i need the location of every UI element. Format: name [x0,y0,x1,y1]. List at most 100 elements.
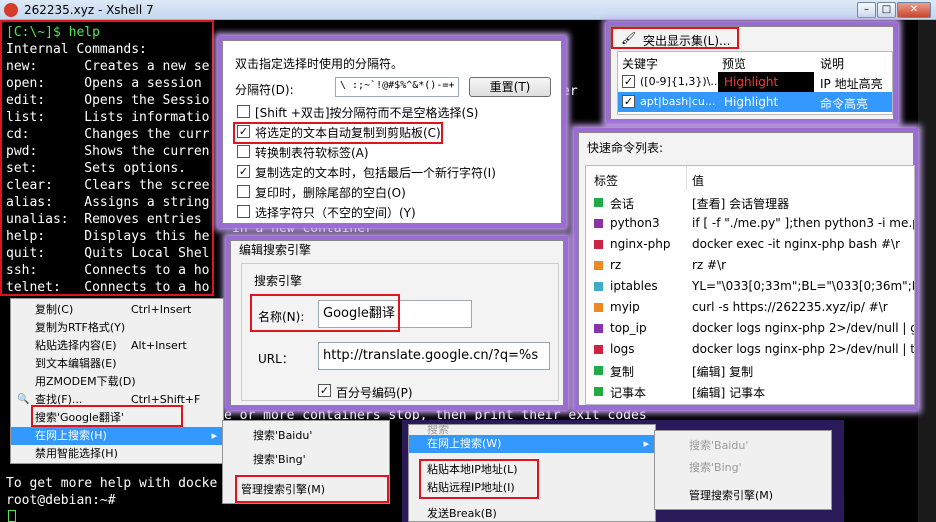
column-divider [686,166,687,190]
highlight-box [419,459,539,499]
delimiter-input[interactable]: \ :;~`!@#$%^&*()-=+ [335,77,459,97]
url-label: URL： [258,352,294,366]
option-label: [Shift +双击]按分隔符而不是空格选择(S) [255,106,479,120]
menu-item-baidu[interactable]: 搜索'Baidu' [223,427,389,445]
command-type-icon [594,387,603,396]
row-desc: IP 地址高亮 [820,77,883,91]
submenu-arrow-icon: ▸ [211,429,217,442]
terminal-help-line: To get more help with docke [6,476,218,491]
menu-item-baidu[interactable]: 搜索'Baidu' [655,437,831,455]
highlight-box [233,122,443,144]
title-bar: 262235.xyz - Xshell 7 – □ ✕ [0,0,936,20]
url-input[interactable]: http://translate.google.cn/?q=%s [318,342,550,370]
command-value: docker logs nginx-php 2>/dev/null | ta [692,342,915,356]
minimize-button[interactable]: – [857,2,876,18]
context-menu-item[interactable]: 在网上搜索(H) ▸ [11,427,223,445]
column-header: 说明 [820,57,845,71]
command-label: rz [610,258,622,272]
context-menu-item[interactable]: 禁用智能选择(H) [11,445,223,463]
terminal-context-menu: 复制(C) Ctrl+Insert 复制为RTF格式(Y) 粘贴选择内容(E) Alt+… [10,298,224,464]
menu-item-web-search[interactable]: 在网上搜索(W) ▸ [409,435,655,453]
row-desc: 命令高亮 [820,97,869,111]
command-type-icon [594,282,603,291]
highlight-box [250,294,400,332]
row-key: apt|bash|cu... [640,95,716,108]
quick-command-row[interactable]: myip curl -s https://262235.xyz/ip/ #\r [586,297,914,318]
quick-commands-panel: 快速命令列表: 标签 值 会话 [查看] 会话管理器 python3 if [ -f … [578,132,915,406]
group-label: 搜索引擎 [254,274,303,288]
context-menu-item[interactable]: 用ZMODEM下载(D) [11,373,223,391]
menu-item-label: 到文本编辑器(E) [35,357,117,370]
menu-item-shortcut: Alt+Insert [131,339,187,352]
highlight-table: 关键字 预览 说明 ✓ ([0-9]{1,3})\... Highlight I… [617,51,893,115]
percent-encode-label: 百分号编码(P) [336,386,413,400]
reset-button[interactable]: 重置(T) [469,77,551,97]
option-label: 复印时，删除尾部的空白(O) [255,186,406,200]
delimiter-title: 双击指定选择时使用的分隔符。 [235,57,404,71]
minimize-icon: – [864,4,869,15]
menu-item-bing[interactable]: 搜索'Bing' [655,459,831,477]
quick-command-row[interactable]: top_ip docker logs nginx-php 2>/dev/null … [586,318,914,339]
command-label: 会话 [610,197,635,211]
quick-command-row[interactable]: 记事本 [编辑] 记事本 [586,381,914,402]
command-type-icon [594,261,603,270]
menu-item-send-break[interactable]: 发送Break(B) [409,505,655,522]
quick-command-row[interactable]: 会话 [查看] 会话管理器 [586,192,914,213]
command-label: 记事本 [610,386,647,400]
command-label: logs [610,342,635,356]
option-checkbox[interactable] [237,205,250,218]
terminal-fragment: er [562,84,578,99]
command-type-icon [594,303,603,312]
table-row[interactable]: ✓ ([0-9]{1,3})\... Highlight IP 地址高亮 [618,72,892,92]
search-icon: 🔍 [17,394,30,405]
command-label: top_ip [610,321,647,335]
context-menu-item[interactable]: 复制(C) Ctrl+Insert [11,301,223,319]
context-menu-item[interactable]: 复制为RTF格式(Y) [11,319,223,337]
command-type-icon [594,324,603,333]
option-label: 复制选定的文本时，包括最后一个新行字符(I) [255,166,496,180]
quick-command-row[interactable]: nginx-php docker exec -it nginx-php bash … [586,234,914,255]
quick-command-row[interactable]: iptables YL="\033[0;33m";BL="\033[0;36m";… [586,276,914,297]
option-checkbox[interactable]: ✓ [237,165,250,178]
quick-command-row[interactable]: python3 if [ -f "./me.py" ];then python3 … [586,213,915,234]
quick-command-row[interactable]: 复制 [编辑] 复制 [586,360,914,381]
command-value: curl -s https://262235.xyz/ip/ #\r [692,300,888,314]
row-checkbox[interactable]: ✓ [622,75,635,88]
table-row[interactable]: ✓ apt|bash|cu... Highlight 命令高亮 [618,92,892,112]
menu-item-label: 禁用智能选择(H) [35,447,118,460]
option-label: 选择字符只（不空的空间）(Y) [255,206,416,220]
option-checkbox[interactable] [237,105,250,118]
highlight-box [0,20,214,296]
percent-encode-checkbox[interactable]: ✓ [318,384,331,397]
web-search-submenu-2: 搜索'Baidu' 搜索'Bing' 管理搜索引擎(M) [654,430,832,510]
command-label: iptables [610,279,658,293]
command-label: python3 [610,216,660,230]
command-type-icon [594,198,603,207]
window-title: 262235.xyz - Xshell 7 [24,3,154,17]
command-type-icon [594,345,603,354]
scrollbar[interactable] [918,20,936,522]
quick-commands-list: 标签 值 会话 [查看] 会话管理器 python3 if [ -f "./me.py… [585,165,915,405]
delimiter-settings-panel: 双击指定选择时使用的分隔符。 分隔符(D): \ :;~`!@#$%^&*()-… [222,40,562,224]
row-checkbox[interactable]: ✓ [622,95,635,108]
delimiter-label: 分隔符(D): [235,83,294,97]
panel-title: 编辑搜索引擎 [239,243,312,257]
command-value: if [ -f "./me.py" ];then python3 -i me.p… [692,216,915,230]
menu-item-manage-engines[interactable]: 管理搜索引擎(M) [655,487,831,505]
context-menu-item[interactable]: 粘贴选择内容(E) Alt+Insert [11,337,223,355]
quick-command-row[interactable]: rz rz #\r [586,255,914,276]
xshell-app-icon [4,3,18,17]
option-checkbox[interactable] [237,185,250,198]
option-checkbox[interactable] [237,145,250,158]
menu-item-bing[interactable]: 搜索'Bing' [223,451,389,469]
close-button[interactable]: ✕ [897,2,931,18]
quick-command-row[interactable]: logs docker logs nginx-php 2>/dev/null | … [586,339,915,360]
search-engine-group: 搜索引擎 名称(N): Google翻译 URL： http://transla… [241,263,559,401]
maximize-button[interactable]: □ [877,2,896,18]
row-preview: Highlight [724,95,779,109]
command-value: rz #\r [692,258,727,272]
command-type-icon [594,366,603,375]
context-menu-item[interactable]: 到文本编辑器(E) [11,355,223,373]
command-label: myip [610,300,640,314]
column-header: 标签 [594,174,619,188]
